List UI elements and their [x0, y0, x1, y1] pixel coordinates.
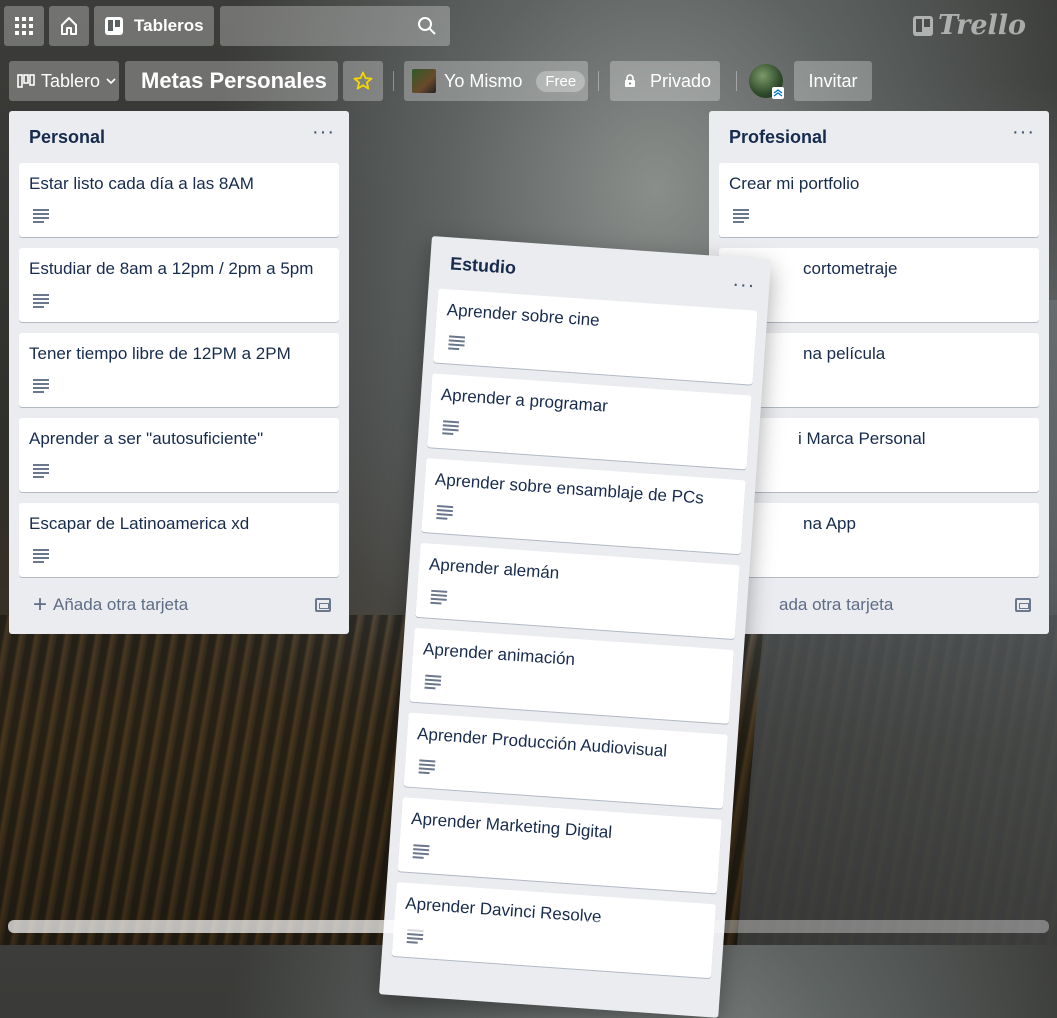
- description-icon: [430, 589, 448, 605]
- list-estudio-dragging[interactable]: Estudio ··· Aprender sobre cine Aprender…: [378, 236, 772, 1018]
- card[interactable]: na película: [719, 333, 1039, 407]
- board-view-switcher[interactable]: Tablero: [9, 61, 119, 101]
- card[interactable]: Aprender sobre cine: [433, 288, 758, 385]
- card[interactable]: Estar listo cada día a las 8AM: [19, 163, 339, 237]
- card[interactable]: Aprender Marketing Digital: [397, 797, 722, 894]
- board-title[interactable]: Metas Personales: [125, 61, 338, 101]
- description-icon: [448, 335, 466, 351]
- add-card-label: Añada otra tarjeta: [53, 595, 189, 614]
- trello-logo-text: Trello: [938, 10, 1027, 41]
- card-template-icon[interactable]: [315, 598, 331, 612]
- search-icon[interactable]: [417, 16, 437, 36]
- team-badge: Free: [536, 70, 586, 92]
- team-avatar: [412, 69, 436, 93]
- board-view-icon: [17, 74, 35, 88]
- card[interactable]: Aprender Producción Audiovisual: [403, 712, 728, 809]
- card[interactable]: i Marca Personal: [719, 418, 1039, 492]
- description-icon: [424, 674, 442, 690]
- search-input[interactable]: [220, 6, 410, 46]
- list-menu-icon[interactable]: ···: [732, 273, 756, 297]
- card-title: Aprender animación: [422, 639, 576, 669]
- team-name: Yo Mismo: [444, 70, 523, 91]
- star-icon: [353, 71, 373, 90]
- trello-logo-icon: [913, 15, 933, 36]
- board-view-label: Tablero: [41, 70, 101, 91]
- apps-grid-icon: [15, 17, 33, 35]
- card[interactable]: Aprender sobre ensamblaje de PCs: [421, 458, 746, 555]
- card-title: Escapar de Latinoamerica xd: [29, 514, 250, 533]
- card[interactable]: Aprender a ser "autosuficiente": [19, 418, 339, 492]
- add-card-label: ada otra tarjeta: [779, 595, 894, 614]
- description-icon: [442, 420, 460, 435]
- card-title: Aprender a programar: [440, 385, 609, 416]
- card[interactable]: Aprender a programar: [427, 373, 752, 470]
- search-box[interactable]: [220, 6, 450, 46]
- list-menu-icon[interactable]: ···: [1012, 122, 1035, 142]
- card[interactable]: Aprender animación: [409, 627, 734, 724]
- visibility-button[interactable]: Privado: [610, 61, 720, 101]
- card[interactable]: na App: [719, 503, 1039, 577]
- card-title: Aprender sobre cine: [446, 300, 601, 330]
- divider: [393, 71, 394, 91]
- plus-icon: +: [33, 591, 48, 618]
- description-icon: [33, 464, 49, 478]
- description-icon: [412, 844, 430, 859]
- card-title: Aprender Producción Audiovisual: [416, 724, 668, 761]
- description-icon: [33, 379, 49, 393]
- card-title: Estar listo cada día a las 8AM: [29, 174, 254, 193]
- description-icon: [33, 209, 49, 223]
- invite-button[interactable]: Invitar: [794, 61, 872, 101]
- divider: [736, 71, 737, 91]
- card-title: i Marca Personal: [798, 429, 926, 448]
- apps-grid-button[interactable]: [4, 6, 44, 46]
- lock-icon: [625, 74, 635, 87]
- list-title[interactable]: Profesional: [729, 127, 827, 148]
- card-title: Tener tiempo libre de 12PM a 2PM: [29, 344, 291, 363]
- boards-icon: [105, 17, 123, 35]
- description-icon: [436, 505, 454, 520]
- scrollbar-thumb[interactable]: [8, 920, 478, 933]
- board-title-text: Metas Personales: [141, 68, 327, 93]
- description-icon: [33, 294, 49, 308]
- add-card-button[interactable]: ada otra tarjeta: [779, 595, 893, 615]
- list-personal[interactable]: Personal ··· Estar listo cada día a las …: [9, 111, 349, 634]
- trello-logo[interactable]: Trello: [912, 10, 1026, 41]
- card[interactable]: Tener tiempo libre de 12PM a 2PM: [19, 333, 339, 407]
- visibility-label: Privado: [650, 70, 712, 91]
- card-title: Estudiar de 8am a 12pm / 2pm a 5pm: [29, 259, 314, 278]
- description-icon: [733, 209, 749, 223]
- card-title: Aprender Marketing Digital: [410, 808, 613, 842]
- description-icon: [418, 759, 436, 775]
- description-icon: [33, 549, 49, 563]
- star-button[interactable]: [343, 61, 383, 101]
- card-template-icon[interactable]: [1015, 598, 1031, 612]
- card-title: na película: [803, 344, 886, 363]
- card[interactable]: Estudiar de 8am a 12pm / 2pm a 5pm: [19, 248, 339, 322]
- card[interactable]: Crear mi portfolio: [719, 163, 1039, 237]
- boards-button[interactable]: Tableros: [94, 6, 214, 46]
- board-scrollbar[interactable]: [8, 920, 1049, 933]
- divider: [598, 71, 599, 91]
- card[interactable]: Escapar de Latinoamerica xd: [19, 503, 339, 577]
- list-title[interactable]: Personal: [29, 127, 105, 148]
- team-button[interactable]: Yo Mismo Free: [404, 61, 588, 101]
- invite-label: Invitar: [808, 70, 858, 91]
- chevron-down-icon: [106, 78, 116, 85]
- admin-chevrons-icon: [772, 87, 784, 99]
- member-avatar[interactable]: [749, 64, 784, 99]
- list-menu-icon[interactable]: ···: [312, 122, 335, 142]
- list-title[interactable]: Estudio: [449, 253, 516, 279]
- home-button[interactable]: [49, 6, 89, 46]
- card[interactable]: Aprender alemán: [415, 542, 740, 640]
- home-icon: [61, 17, 77, 35]
- card-title: Crear mi portfolio: [729, 174, 860, 193]
- card-title: Aprender sobre ensamblaje de PCs: [434, 469, 705, 508]
- boards-label: Tableros: [134, 16, 204, 35]
- card-title: Aprender a ser "autosuficiente": [29, 429, 264, 448]
- card-title: cortometraje: [803, 259, 898, 278]
- add-card-button[interactable]: + Añada otra tarjeta: [33, 591, 189, 618]
- card-title: Aprender alemán: [428, 554, 560, 583]
- card-title: na App: [803, 514, 856, 533]
